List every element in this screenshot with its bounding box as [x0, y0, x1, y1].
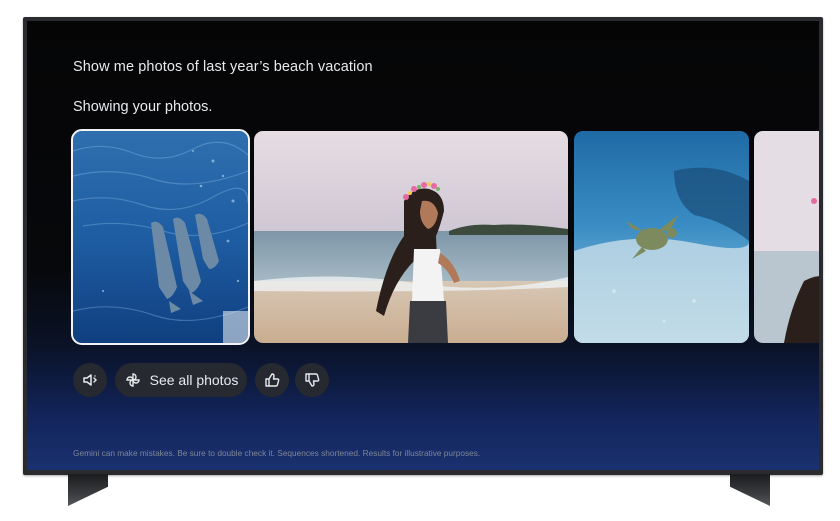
photo-carousel[interactable]: [27, 129, 819, 345]
photo-sea-turtle[interactable]: [574, 131, 749, 343]
thumbs-up-icon: [265, 373, 280, 387]
see-all-photos-label: See all photos: [149, 372, 239, 388]
thumbs-down-icon: [305, 373, 320, 387]
user-query: Show me photos of last year’s beach vaca…: [73, 59, 373, 75]
thumbs-up-button[interactable]: [255, 363, 289, 397]
thumbs-down-button[interactable]: [295, 363, 329, 397]
photos-pinwheel-icon: [125, 373, 140, 387]
photo-beach-portrait[interactable]: [254, 131, 568, 343]
disclaimer-text: Gemini can make mistakes. Be sure to dou…: [73, 448, 481, 458]
tv-stand-right: [730, 474, 770, 506]
photo-partial[interactable]: [754, 131, 819, 343]
see-all-photos-button[interactable]: See all photos: [115, 363, 247, 397]
photo-dolphins[interactable]: [71, 129, 250, 345]
tv-stand-left: [68, 474, 108, 506]
assistant-response: Showing your photos.: [73, 99, 213, 115]
tv-screen: Show me photos of last year’s beach vaca…: [27, 21, 819, 470]
speaker-icon: [83, 374, 97, 386]
speaker-button[interactable]: [73, 363, 107, 397]
